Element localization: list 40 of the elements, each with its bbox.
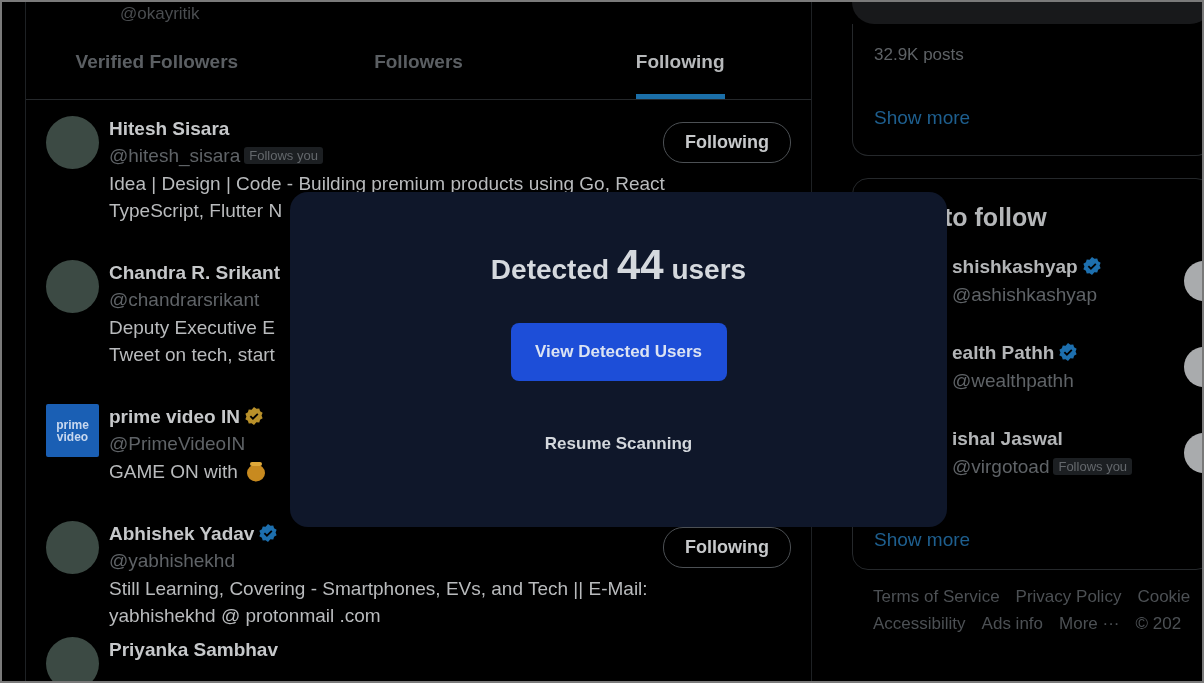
user-name[interactable]: shishkashyap bbox=[952, 256, 1078, 277]
user-handle: @chandrarsrikant bbox=[109, 289, 260, 310]
avatar-placeholder bbox=[46, 260, 99, 313]
post-count: 32.9K posts bbox=[874, 44, 965, 66]
user-name[interactable]: prime video IN bbox=[109, 406, 240, 427]
user-handle: @wealthpathh bbox=[952, 370, 1074, 391]
bio-text: Still Learning, Covering - Smartphones, EVs, and Tech || E-Mail: bbox=[109, 578, 648, 599]
profile-handle: @okayritik bbox=[120, 4, 200, 24]
dialog-title-text: users bbox=[670, 254, 747, 285]
user-name[interactable]: Abhishek Yadav bbox=[109, 523, 255, 544]
user-handle: @PrimeVideoIN bbox=[109, 433, 246, 454]
user-name[interactable]: ishal Jaswal bbox=[952, 428, 1063, 449]
resume-scanning-button[interactable]: Resume Scanning bbox=[536, 427, 701, 461]
user-name[interactable]: Chandra R. Srikant bbox=[109, 262, 281, 283]
follows-you-label: Follows you bbox=[1053, 458, 1133, 475]
following-button[interactable]: Following bbox=[663, 527, 791, 568]
bio-text: yabhishekhd @ protonmail .com bbox=[109, 605, 381, 626]
dialog-title-text: Detected bbox=[490, 254, 611, 285]
bio-text: TypeScript, Flutter N bbox=[109, 200, 283, 221]
user-handle: @yabhishekhd bbox=[109, 550, 235, 571]
following-button[interactable]: Following bbox=[663, 122, 791, 163]
user-name[interactable]: Hitesh Sisara bbox=[109, 118, 230, 139]
tab[interactable]: Following bbox=[549, 32, 811, 99]
logo-avatar: prime video bbox=[46, 404, 99, 457]
honey-pot-icon bbox=[245, 460, 266, 482]
bio-text: Idea | Design | Code - Building premium products using Go, React bbox=[109, 173, 665, 194]
avatar-placeholder bbox=[46, 637, 99, 681]
avatar-placeholder bbox=[46, 116, 99, 169]
bio-text: Tweet on tech, start bbox=[109, 344, 275, 365]
user-handle: @hitesh_sisara bbox=[109, 145, 241, 166]
user-name[interactable]: ealth Pathh bbox=[952, 342, 1055, 363]
user-handle: @ashishkashyap bbox=[952, 284, 1097, 305]
follows-you-label: Follows you bbox=[244, 147, 323, 164]
avatar-placeholder bbox=[46, 521, 99, 574]
bio-text: GAME ON with bbox=[109, 461, 238, 482]
user-handle: @virgotoad bbox=[952, 456, 1050, 477]
bio-text: Deputy Executive E bbox=[109, 317, 275, 338]
user-count: 44 bbox=[616, 241, 664, 288]
view-users-button[interactable]: View Detected Users bbox=[510, 323, 727, 381]
user-name[interactable]: Priyanka Sambhav bbox=[109, 639, 278, 660]
